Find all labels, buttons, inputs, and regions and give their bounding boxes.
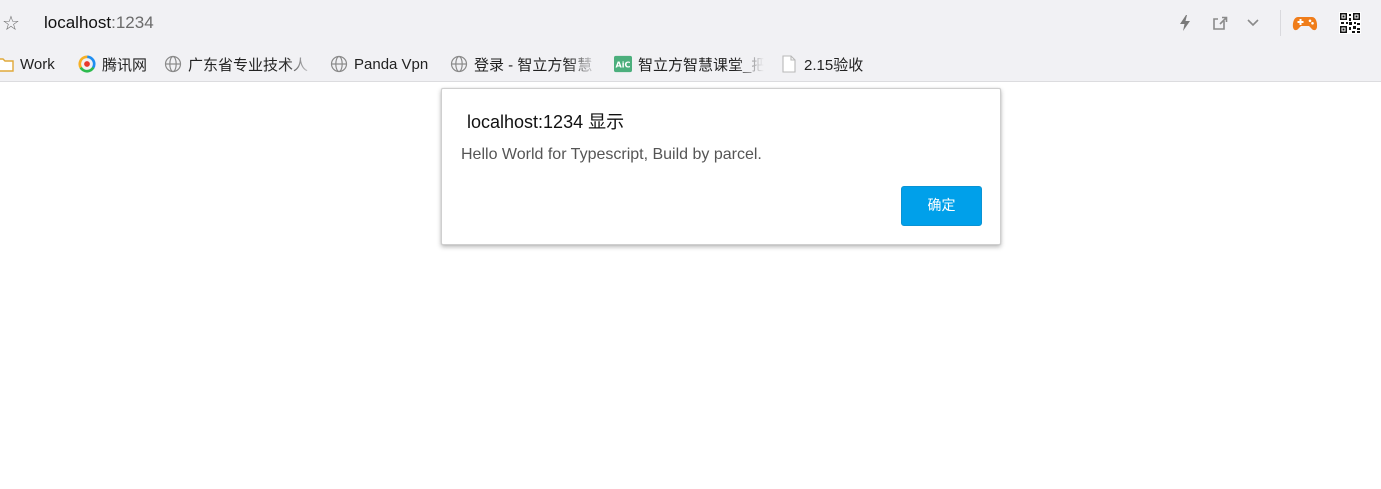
- tencent-logo-icon: [78, 55, 96, 73]
- address-bar: ☆ localhost:1234: [0, 0, 1381, 46]
- bookmark-tencent[interactable]: 腾讯网: [78, 52, 147, 76]
- folder-icon: [0, 55, 14, 73]
- star-icon[interactable]: ☆: [0, 11, 22, 35]
- ok-button[interactable]: 确定: [901, 186, 982, 226]
- bookmark-label: 腾讯网: [102, 56, 148, 74]
- bookmark-label: 广东省专业技术人: [188, 56, 309, 74]
- globe-icon: [330, 55, 348, 73]
- bookmark-aic-classroom[interactable]: AiC 智立方智慧课堂_把: [614, 52, 764, 76]
- qr-code-icon[interactable]: [1338, 11, 1362, 35]
- bookmark-guangdong[interactable]: 广东省专业技术人: [164, 52, 314, 76]
- page-icon: [780, 55, 798, 73]
- bookmark-acceptance[interactable]: 2.15验收: [780, 52, 863, 76]
- bookmark-label: Work: [20, 55, 55, 73]
- bookmark-label: Panda Vpn: [354, 55, 429, 73]
- toolbar-divider: [1280, 10, 1281, 36]
- lightning-icon[interactable]: [1173, 11, 1197, 35]
- url-host: localhost: [44, 13, 112, 32]
- bookmark-label: 登录 - 智立方智慧: [474, 56, 593, 74]
- url-port: :1234: [111, 13, 154, 32]
- gamepad-icon[interactable]: [1291, 11, 1319, 35]
- bookmark-panda-vpn[interactable]: Panda Vpn: [330, 52, 428, 76]
- share-icon[interactable]: [1208, 11, 1232, 35]
- dialog-title: localhost:1234 显示: [467, 112, 625, 132]
- bookmarks-bar: Work 腾讯网 广东省专业技术人 Panda Vpn 登录 - 智立方智慧 A…: [0, 46, 1381, 82]
- alert-dialog: localhost:1234 显示 Hello World for Typesc…: [441, 88, 1001, 245]
- svg-text:AiC: AiC: [616, 60, 631, 70]
- bookmark-work[interactable]: Work: [0, 52, 55, 76]
- url-field[interactable]: localhost:1234: [44, 11, 154, 35]
- bookmark-label: 2.15验收: [804, 56, 864, 74]
- bookmark-login[interactable]: 登录 - 智立方智慧: [450, 52, 598, 76]
- chevron-down-icon[interactable]: [1241, 11, 1265, 35]
- dialog-message: Hello World for Typescript, Build by par…: [461, 146, 762, 163]
- globe-icon: [164, 55, 182, 73]
- aic-logo-icon: AiC: [614, 55, 632, 73]
- bookmark-label: 智立方智慧课堂_把: [638, 56, 764, 74]
- globe-icon: [450, 55, 468, 73]
